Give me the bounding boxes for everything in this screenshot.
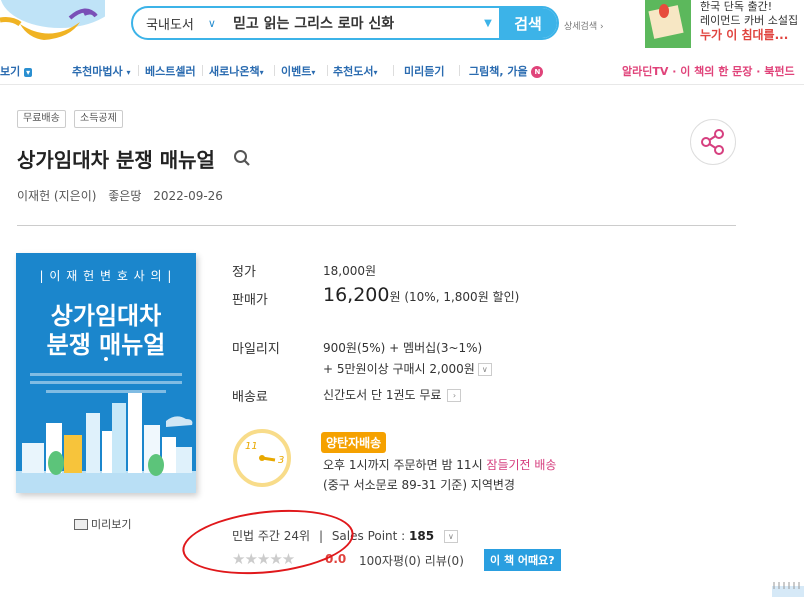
discount-info: (10%, 1,800원 할인) bbox=[404, 290, 520, 304]
dropdown-arrow-icon[interactable]: ▼ bbox=[477, 18, 499, 29]
night-delivery-text: 잠들기전 배송 bbox=[486, 458, 557, 472]
clock-number-11: 11 bbox=[245, 441, 258, 452]
nav-item-new-books[interactable]: 새로나온책▾ bbox=[209, 63, 264, 79]
mileage-line2: + 5만원이상 구매시 2,000원 ∨ bbox=[323, 360, 492, 377]
publish-date: 2022-09-26 bbox=[153, 189, 223, 203]
search-input[interactable] bbox=[225, 8, 477, 38]
nav-item-recommend-wizard[interactable]: 추천마법사 ▾ bbox=[72, 63, 130, 79]
chevron-down-icon: ▾ bbox=[259, 68, 264, 77]
search-category-label: 국내도서 bbox=[146, 17, 194, 33]
nav-divider bbox=[0, 84, 804, 85]
review-counts[interactable]: 100자평(0) 리뷰(0) bbox=[359, 552, 464, 569]
sales-point-value: 185 bbox=[409, 529, 435, 543]
sale-price-unit: 원 bbox=[389, 290, 401, 304]
author-line: 이재헌 (지은이) 좋은땅 2022-09-26 bbox=[17, 187, 231, 204]
annotation-circle bbox=[179, 502, 357, 582]
chevron-down-icon[interactable]: ∨ bbox=[477, 363, 492, 376]
search-box: 국내도서 ∨ ▼ 검색 bbox=[131, 6, 559, 40]
how-about-book-button[interactable]: 이 책 어때요? bbox=[484, 549, 561, 571]
nav-item-audio-preview[interactable]: 미리듣기 bbox=[404, 63, 444, 79]
chevron-right-icon[interactable]: › bbox=[447, 389, 462, 402]
city-illustration bbox=[16, 393, 196, 493]
promo-book-image[interactable] bbox=[645, 0, 691, 48]
promo-line3: 누가 이 침대를... bbox=[700, 28, 789, 42]
promo-banner[interactable]: 한국 단독 출간! 레이먼드 카버 소설집 누가 이 침대를... bbox=[700, 0, 798, 42]
delivery-line1: 오후 1시까지 주문하면 밤 11시 잠들기전 배송 bbox=[323, 458, 557, 472]
book-icon bbox=[74, 518, 88, 530]
delivery-line2[interactable]: (중구 서소문로 89-31 기준) 지역변경 bbox=[323, 476, 515, 493]
share-button[interactable] bbox=[690, 119, 736, 165]
new-badge-icon: N bbox=[531, 66, 544, 78]
preview-label: 미리보기 bbox=[91, 518, 132, 531]
nav-item-bestseller[interactable]: 베스트셀러 bbox=[145, 63, 196, 79]
main-nav: 보기 ▾ 추천마법사 ▾ 베스트셀러 새로나온책▾ 이벤트▾ 추천도서▾ 미리듣… bbox=[0, 58, 804, 84]
sale-price-label: 판매가 bbox=[232, 293, 268, 308]
preview-button[interactable]: 미리보기 bbox=[74, 516, 131, 532]
shipping-value: 신간도서 단 1권도 무료 › bbox=[323, 386, 462, 403]
tag-tax-deduction: 소득공제 bbox=[74, 110, 123, 128]
carpet-delivery-badge: 양탄자배송 bbox=[321, 432, 387, 453]
shipping-label: 배송료 bbox=[232, 390, 268, 405]
search-category-select[interactable]: 국내도서 ∨ bbox=[133, 14, 225, 33]
book-title: 상가임대차 분쟁 매뉴얼 bbox=[17, 148, 215, 172]
section-divider bbox=[17, 225, 736, 226]
mileage-label: 마일리지 bbox=[232, 342, 280, 357]
promo-line1: 한국 단독 출간! bbox=[700, 0, 773, 13]
clock-icon: 11 3 bbox=[233, 429, 291, 487]
nav-item-picture-books[interactable]: 그림책, 가을 N bbox=[469, 63, 544, 79]
nav-right-links[interactable]: 알라딘TV · 이 책의 한 문장 · 북펀드 bbox=[622, 63, 795, 79]
chevron-down-icon: ▾ bbox=[24, 67, 33, 77]
book-cover[interactable]: | 이 재 헌 변 호 사 의 | 상가임대차 분쟁 매뉴얼 bbox=[16, 253, 196, 493]
sale-price-value: 16,200 bbox=[323, 284, 390, 306]
nav-item-events[interactable]: 이벤트▾ bbox=[281, 63, 315, 79]
list-price-label: 정가 bbox=[232, 265, 256, 280]
publisher-link[interactable]: 좋은땅 bbox=[108, 189, 141, 203]
mileage-line1: 900원(5%) + 멤버십(3~1%) bbox=[323, 341, 483, 355]
list-price-value: 18,000원 bbox=[323, 264, 377, 278]
search-button[interactable]: 검색 bbox=[499, 8, 557, 38]
chevron-down-icon: ▾ bbox=[126, 68, 131, 77]
chevron-down-icon: ▾ bbox=[373, 68, 378, 77]
sale-price: 16,200원 (10%, 1,800원 할인) bbox=[323, 284, 519, 306]
share-icon bbox=[701, 129, 724, 155]
chevron-down-icon: ▾ bbox=[311, 68, 316, 77]
chevron-down-icon[interactable]: ∨ bbox=[443, 530, 458, 543]
nav-item-recommended-books[interactable]: 추천도서▾ bbox=[333, 63, 378, 79]
aladin-lamp-logo[interactable] bbox=[0, 0, 105, 48]
search-icon[interactable] bbox=[233, 149, 251, 167]
nav-item-view[interactable]: 보기 ▾ bbox=[0, 63, 33, 79]
promo-line2: 레이먼드 카버 소설집 bbox=[700, 14, 799, 27]
advanced-search-link[interactable]: 상세검색 › bbox=[564, 19, 604, 32]
clock-number-3: 3 bbox=[278, 455, 284, 466]
tag-free-shipping: 무료배송 bbox=[17, 110, 66, 128]
author-link[interactable]: 이재헌 (지은이) bbox=[17, 189, 96, 203]
notebook-decoration bbox=[772, 582, 804, 597]
chevron-down-icon: ∨ bbox=[207, 16, 216, 30]
